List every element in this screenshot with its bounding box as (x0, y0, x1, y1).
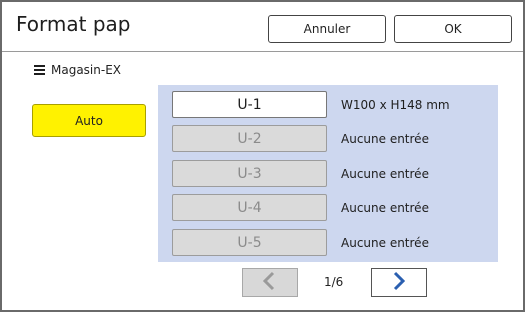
slot-u5-button[interactable]: U-5 (172, 229, 327, 256)
slot-u4-button[interactable]: U-4 (172, 194, 327, 221)
slot-u2-description: Aucune entrée (341, 132, 429, 146)
chevron-right-icon (390, 271, 408, 295)
auto-button[interactable]: Auto (32, 104, 146, 137)
ok-button[interactable]: OK (394, 15, 512, 43)
page-title: Format pap (16, 12, 131, 36)
tray-icon (34, 64, 45, 76)
cancel-button[interactable]: Annuler (268, 15, 386, 43)
tray-label-row: Magasin-EX (34, 63, 121, 77)
tray-label: Magasin-EX (51, 63, 122, 77)
user-size-panel: U-1 W100 x H148 mm U-2 Aucune entrée U-3… (158, 85, 498, 262)
slot-u4-description: Aucune entrée (341, 201, 429, 215)
format-paper-dialog: Format pap Annuler OK Magasin-EX Auto U-… (0, 0, 525, 312)
slot-u5-description: Aucune entrée (341, 236, 429, 250)
previous-page-button[interactable] (242, 268, 298, 297)
slot-u1-description: W100 x H148 mm (341, 98, 450, 112)
chevron-left-icon (261, 271, 279, 295)
next-page-button[interactable] (371, 268, 427, 297)
page-indicator: 1/6 (324, 275, 344, 289)
slot-u3-button[interactable]: U-3 (172, 160, 327, 187)
slot-u1-button[interactable]: U-1 (172, 91, 327, 118)
slot-u3-description: Aucune entrée (341, 167, 429, 181)
dialog-header: Format pap Annuler OK (2, 2, 523, 52)
slot-u2-button[interactable]: U-2 (172, 125, 327, 152)
